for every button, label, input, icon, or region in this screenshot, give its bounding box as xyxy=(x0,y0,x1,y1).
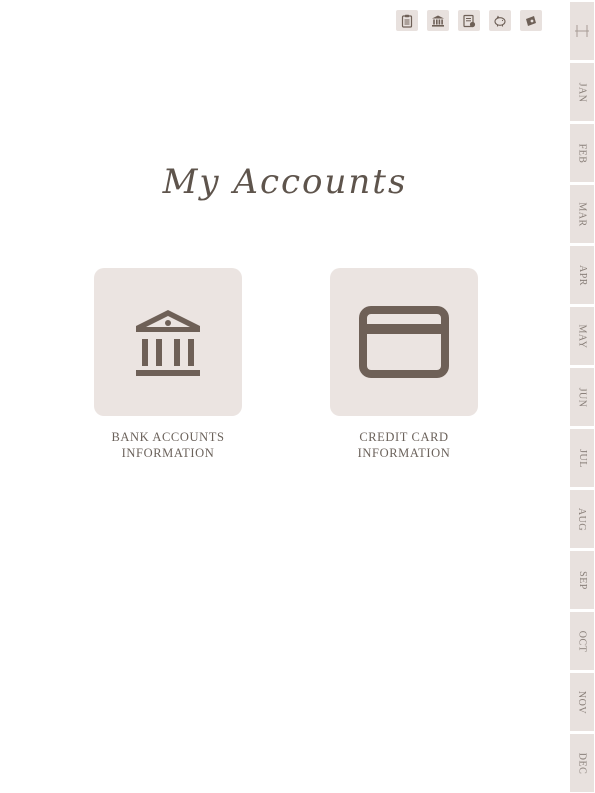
page-title: My Accounts xyxy=(162,162,408,202)
credit-card-label: CREDIT CARD INFORMATION xyxy=(330,429,478,461)
tab-dec[interactable]: DEC xyxy=(570,734,594,792)
tab-sep[interactable]: SEP xyxy=(570,551,594,609)
credit-card-tile[interactable] xyxy=(330,268,478,416)
tab-oct[interactable]: OCT xyxy=(570,612,594,670)
credit-label-line1: CREDIT CARD xyxy=(359,430,449,444)
tab-label: JAN xyxy=(576,82,588,102)
credit-label-line2: INFORMATION xyxy=(357,446,451,460)
piggy-bank-icon xyxy=(494,15,506,26)
bank-building-icon xyxy=(136,310,200,376)
tab-label: JUN xyxy=(576,387,588,407)
tab-label: NOV xyxy=(576,690,588,714)
tab-label: FEB xyxy=(576,143,588,163)
tab-feb[interactable]: FEB xyxy=(570,124,594,182)
tab-label: AUG xyxy=(576,507,588,531)
tab-may[interactable]: MAY xyxy=(570,307,594,365)
credit-card-icon xyxy=(359,306,449,378)
bank-label-line1: BANK ACCOUNTS xyxy=(111,430,225,444)
notes-button[interactable] xyxy=(458,10,480,31)
bank-accounts-tile[interactable] xyxy=(94,268,242,416)
tab-jul[interactable]: JUL xyxy=(570,429,594,487)
tab-label: DEC xyxy=(576,752,588,774)
tab-mar[interactable]: MAR xyxy=(570,185,594,243)
hamburger-icon xyxy=(575,25,589,37)
credit-card-card[interactable]: CREDIT CARD INFORMATION xyxy=(330,268,478,461)
bank-button[interactable] xyxy=(427,10,449,31)
wallet-icon xyxy=(526,15,536,26)
tab-label: OCT xyxy=(576,630,588,652)
bank-icon xyxy=(432,15,444,27)
notes-icon xyxy=(463,14,476,27)
tab-nov[interactable]: NOV xyxy=(570,673,594,731)
bank-accounts-label: BANK ACCOUNTS INFORMATION xyxy=(94,429,242,461)
clipboard-icon xyxy=(401,14,413,28)
top-toolbar xyxy=(396,10,542,31)
month-tabs: JAN FEB MAR APR MAY JUN JUL AUG SEP OCT … xyxy=(570,2,594,792)
tab-apr[interactable]: APR xyxy=(570,246,594,304)
bank-accounts-card[interactable]: BANK ACCOUNTS INFORMATION xyxy=(94,268,242,461)
tab-aug[interactable]: AUG xyxy=(570,490,594,548)
menu-tab[interactable] xyxy=(570,2,594,60)
tab-label: MAR xyxy=(576,201,588,227)
bank-label-line2: INFORMATION xyxy=(121,446,215,460)
tab-jun[interactable]: JUN xyxy=(570,368,594,426)
savings-button[interactable] xyxy=(489,10,511,31)
tab-jan[interactable]: JAN xyxy=(570,63,594,121)
tab-label: JUL xyxy=(576,448,588,468)
tab-label: MAY xyxy=(576,324,588,348)
tab-label: SEP xyxy=(576,570,588,590)
tab-label: APR xyxy=(576,264,588,286)
clipboard-button[interactable] xyxy=(396,10,418,31)
wallet-button[interactable] xyxy=(520,10,542,31)
planner-page: My Accounts BANK ACCOUNTS INFORMATION CR… xyxy=(0,0,595,793)
